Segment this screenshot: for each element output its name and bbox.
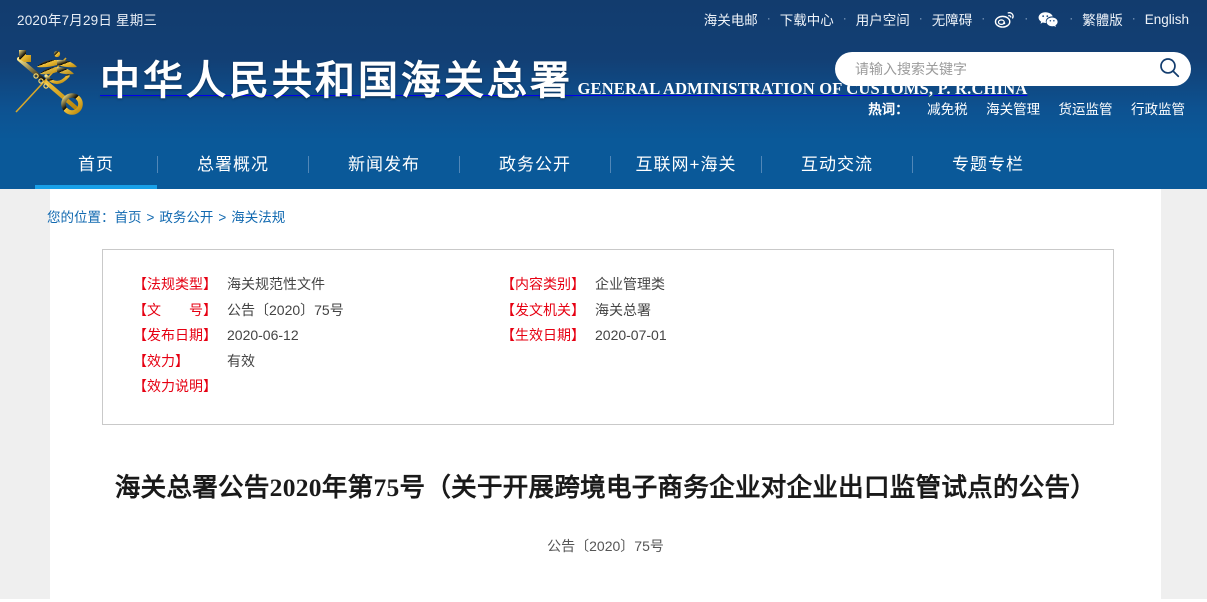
metadata-row-validity: 【效力】 有效 [133, 349, 493, 375]
breadcrumb-item-customs-regulations[interactable]: 海关法规 [231, 210, 285, 225]
top-link-customs-email[interactable]: 海关电邮 [704, 9, 758, 29]
brand-name-cn: 中华人民共和国海关总署 [100, 57, 573, 103]
wechat-link[interactable] [1037, 11, 1060, 28]
metadata-column-right: 【内容类别】 企业管理类 【发文机关】 海关总署 【生效日期】 2020-07-… [493, 272, 1113, 400]
metadata-value: 公告〔2020〕75号 [227, 301, 344, 318]
top-utility-links: 海关电邮 · 下载中心 · 用户空间 · 无障碍 · · · 繁體版 · Eng… [704, 9, 1189, 29]
search-button[interactable] [1158, 58, 1180, 80]
nav-divider [459, 156, 460, 173]
nav-item-special-columns[interactable]: 专题专栏 [913, 140, 1063, 189]
breadcrumb-separator: > [218, 210, 227, 225]
page-title: 海关总署公告2020年第75号（关于开展跨境电子商务企业对企业出口监管试点的公告… [114, 472, 1097, 502]
nav-divider [610, 156, 611, 173]
hotword-customs-management[interactable]: 海关管理 [986, 102, 1040, 117]
metadata-key: 【效力说明】 [133, 378, 217, 394]
nav-item-interaction[interactable]: 互动交流 [762, 140, 912, 189]
metadata-row-content-category: 【内容类别】 企业管理类 [501, 272, 1113, 298]
nav-divider [308, 156, 309, 173]
document-metadata-box: 【法规类型】 海关规范性文件 【文 号】 公告〔2020〕75号 【发布日期】 … [102, 249, 1114, 425]
metadata-row-validity-note: 【效力说明】 [133, 374, 493, 400]
metadata-value: 海关总署 [595, 301, 651, 318]
metadata-value: 海关规范性文件 [227, 276, 325, 292]
metadata-value: 2020-07-01 [595, 327, 667, 343]
metadata-row-publish-date: 【发布日期】 2020-06-12 [133, 323, 493, 349]
breadcrumb-item-home[interactable]: 首页 [115, 210, 142, 225]
hotword-cargo-supervision[interactable]: 货运监管 [1059, 102, 1113, 117]
metadata-key: 【发布日期】 [133, 327, 217, 343]
metadata-key: 【文 号】 [133, 301, 217, 318]
metadata-column-left: 【法规类型】 海关规范性文件 【文 号】 公告〔2020〕75号 【发布日期】 … [103, 272, 493, 400]
metadata-key: 【生效日期】 [501, 327, 585, 343]
metadata-row-regulation-type: 【法规类型】 海关规范性文件 [133, 272, 493, 298]
top-link-user-space[interactable]: 用户空间 [856, 9, 910, 29]
customs-key-caduceus-emblem-icon [10, 42, 88, 120]
metadata-row-issuing-authority: 【发文机关】 海关总署 [501, 298, 1113, 324]
article-document-number: 公告〔2020〕75号 [547, 537, 664, 554]
top-utility-bar: 2020年7月29日 星期三 海关电邮 · 下载中心 · 用户空间 · 无障碍 … [0, 0, 1207, 38]
current-date: 2020年7月29日 星期三 [17, 13, 158, 28]
breadcrumb-label: 您的位置： [47, 210, 115, 225]
brand-row: 中华人民共和国海关总署 GENERAL ADMINISTRATION OF CU… [0, 38, 1207, 140]
hotword-tax-reduction[interactable]: 减免税 [927, 102, 968, 117]
top-link-english[interactable]: English [1145, 12, 1189, 27]
hotwords-row: 热词： 减免税 海关管理 货运监管 行政监管 [835, 98, 1191, 119]
hotword-administrative-supervision[interactable]: 行政监管 [1131, 102, 1185, 117]
top-link-accessibility[interactable]: 无障碍 [932, 9, 973, 29]
top-link-separator: · [766, 11, 771, 25]
search-box[interactable] [835, 52, 1191, 86]
site-header: 2020年7月29日 星期三 海关电邮 · 下载中心 · 用户空间 · 无障碍 … [0, 0, 1207, 140]
breadcrumb-item-government-affairs[interactable]: 政务公开 [159, 210, 213, 225]
weibo-icon [994, 11, 1015, 28]
nav-divider [157, 156, 158, 173]
nav-item-news[interactable]: 新闻发布 [309, 140, 459, 189]
breadcrumb-separator: > [146, 210, 155, 225]
metadata-key: 【发文机关】 [501, 301, 585, 318]
search-block: 热词： 减免税 海关管理 货运监管 行政监管 [835, 52, 1191, 119]
top-link-separator: · [1131, 11, 1136, 25]
top-link-traditional-chinese[interactable]: 繁體版 [1082, 9, 1123, 29]
content-card: 您的位置：首页 > 政务公开 > 海关法规 【法规类型】 海关规范性文件 【文 号】 公… [47, 189, 1161, 599]
nav-item-internet-plus-customs[interactable]: 互联网+海关 [611, 140, 761, 189]
nav-item-home[interactable]: 首页 [35, 140, 157, 189]
search-input[interactable] [835, 52, 1191, 86]
wechat-icon [1037, 11, 1060, 28]
top-link-separator: · [842, 11, 847, 25]
top-link-separator: · [1024, 11, 1029, 25]
search-icon [1159, 57, 1180, 81]
breadcrumb: 您的位置：首页 > 政务公开 > 海关法规 [47, 189, 1161, 226]
metadata-value: 2020-06-12 [227, 327, 299, 343]
metadata-row-effective-date: 【生效日期】 2020-07-01 [501, 323, 1113, 349]
top-link-separator: · [918, 11, 923, 25]
metadata-value: 有效 [227, 352, 255, 369]
metadata-row-document-number: 【文 号】 公告〔2020〕75号 [133, 298, 493, 324]
hotwords-label: 热词： [868, 102, 909, 117]
nav-divider [761, 156, 762, 173]
main-navigation: 首页 总署概况 新闻发布 政务公开 互联网+海关 互动交流 专题专栏 [0, 140, 1207, 189]
nav-item-overview[interactable]: 总署概况 [158, 140, 308, 189]
nav-divider [912, 156, 913, 173]
metadata-key: 【法规类型】 [133, 276, 217, 292]
page-body: 您的位置：首页 > 政务公开 > 海关法规 【法规类型】 海关规范性文件 【文 号】 公… [0, 189, 1207, 599]
metadata-value: 企业管理类 [595, 276, 665, 292]
metadata-key: 【效力】 [133, 352, 189, 369]
top-link-separator: · [1069, 11, 1074, 25]
nav-item-government-affairs[interactable]: 政务公开 [460, 140, 610, 189]
top-link-download-center[interactable]: 下载中心 [780, 9, 834, 29]
weibo-link[interactable] [994, 11, 1015, 28]
metadata-key: 【内容类别】 [501, 276, 585, 292]
top-link-separator: · [981, 11, 986, 25]
